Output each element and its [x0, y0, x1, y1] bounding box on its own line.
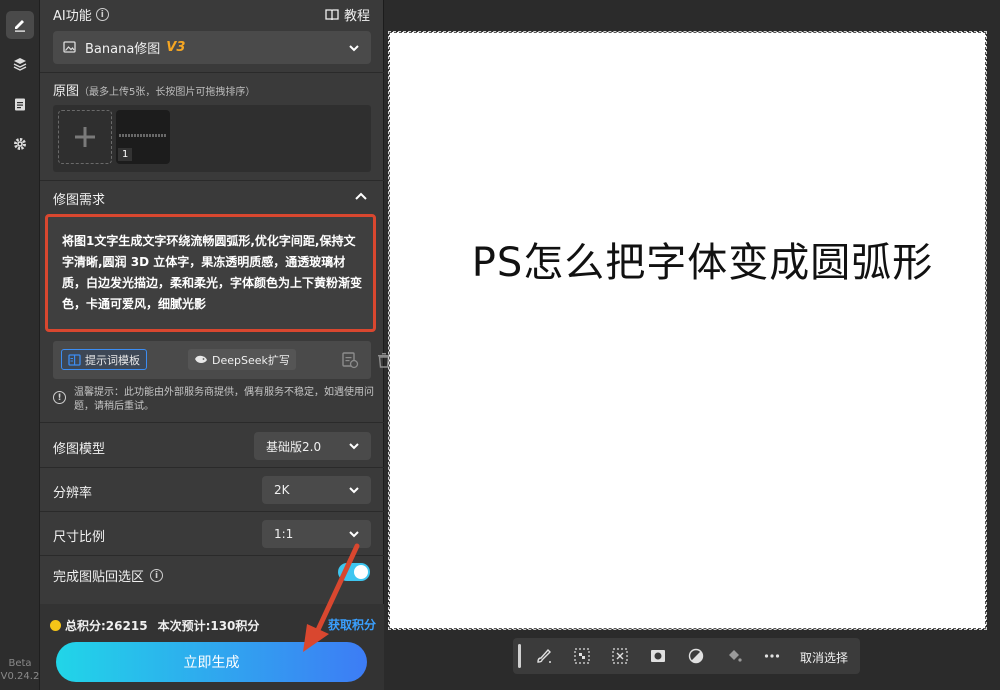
fill-icon[interactable]	[725, 647, 743, 665]
layers-icon[interactable]	[6, 50, 34, 78]
credits-summary: 总积分:26215 本次预计:130积分	[50, 617, 259, 634]
add-image-button[interactable]	[58, 110, 112, 164]
divider	[40, 72, 384, 73]
book-icon	[325, 9, 339, 21]
beta-label: Beta	[8, 658, 32, 669]
plus-icon	[75, 127, 95, 147]
credits-total: 总积分:26215	[65, 619, 148, 633]
drag-handle[interactable]	[518, 644, 521, 668]
ai-title-text: AI功能	[53, 9, 92, 24]
chevron-down-icon	[349, 487, 359, 494]
model-label: 修图模型	[53, 442, 106, 457]
requirement-title: 修图需求	[53, 193, 106, 208]
image-thumbnail[interactable]: 1	[116, 110, 170, 164]
ratio-label: 尺寸比例	[53, 530, 106, 545]
history-icon[interactable]	[341, 351, 359, 369]
divider	[40, 180, 384, 181]
notice-text: 温馨提示：此功能由外部服务商提供，偶有服务不稳定，如遇使用问题，请稍后重试。	[74, 387, 374, 412]
generate-button[interactable]: 立即生成	[56, 642, 367, 682]
edit-icon[interactable]	[6, 11, 34, 39]
divider	[40, 555, 384, 556]
original-hint: （最多上传5张，长按图片可拖拽排序）	[79, 87, 256, 98]
credits-estimate: 本次预计:130积分	[157, 619, 260, 633]
resolution-label: 分辨率	[53, 486, 93, 501]
model-name: Banana修图	[85, 42, 161, 57]
chevron-down-icon	[349, 531, 359, 538]
select-subject-icon[interactable]	[573, 647, 591, 665]
tool-rail: Beta V0.24.2	[0, 0, 40, 690]
more-icon[interactable]	[763, 647, 781, 665]
template-label: 提示词模板	[85, 353, 140, 367]
edit-model-value: 基础版2.0	[266, 439, 322, 454]
ratio-value: 1:1	[274, 527, 294, 541]
resolution-value: 2K	[274, 483, 290, 497]
chevron-down-icon	[349, 443, 359, 450]
credits-footer: 总积分:26215 本次预计:130积分 获取积分 立即生成	[40, 604, 384, 690]
service-notice: ! 温馨提示：此功能由外部服务商提供，偶有服务不稳定，如遇使用问题，请稍后重试。	[53, 386, 375, 414]
warning-icon: !	[53, 391, 66, 404]
prompt-textarea[interactable]: 将图1文字生成文字环绕流畅圆弧形,优化字间距,保持文字清晰,圆润 3D 立体字，…	[45, 214, 376, 332]
deepseek-expand-button[interactable]: DeepSeek扩写	[188, 349, 296, 370]
invert-selection-icon[interactable]	[611, 647, 629, 665]
chevron-up-icon[interactable]	[355, 191, 367, 201]
version-info: Beta V0.24.2	[0, 657, 40, 683]
ai-model-select[interactable]: Banana修图 V3	[53, 31, 371, 64]
prompt-template-button[interactable]: 提示词模板	[61, 349, 147, 370]
tutorial-label: 教程	[343, 9, 370, 24]
chevron-down-icon	[349, 44, 359, 51]
gear-icon[interactable]	[6, 130, 34, 158]
tutorial-link[interactable]: 教程	[325, 5, 370, 24]
image-canvas[interactable]: PS怎么把字体变成圆弧形	[388, 31, 987, 630]
image-edit-icon	[63, 41, 76, 53]
coin-icon	[50, 620, 61, 631]
deepseek-label: DeepSeek扩写	[212, 353, 290, 367]
version-label: V0.24.2	[0, 671, 40, 682]
ai-section-title: AI功能 i	[53, 5, 109, 24]
divider	[40, 422, 384, 423]
brush-select-icon[interactable]	[535, 647, 553, 665]
whale-icon	[195, 355, 207, 363]
mask-icon[interactable]	[649, 647, 667, 665]
resolution-select[interactable]: 2K	[262, 476, 371, 504]
thumbnail-area: 1	[53, 105, 371, 172]
get-credits-link[interactable]: 获取积分	[328, 616, 376, 633]
template-icon	[68, 353, 81, 366]
deselect-button[interactable]: 取消选择	[800, 649, 848, 666]
ai-panel: AI功能 i 教程 Banana修图 V3 原图（最多上传5张，长按图片可拖拽排…	[40, 0, 390, 690]
edit-model-select[interactable]: 基础版2.0	[254, 432, 371, 460]
thumbnail-index: 1	[118, 148, 133, 161]
thumbnail-preview	[119, 134, 167, 137]
paste-back-row: 完成图贴回选区 i	[53, 566, 164, 585]
prompt-tools-bar: 提示词模板 DeepSeek扩写	[53, 341, 390, 379]
divider	[40, 511, 384, 512]
ratio-select[interactable]: 1:1	[262, 520, 371, 548]
contrast-icon[interactable]	[687, 647, 705, 665]
original-image-title: 原图（最多上传5张，长按图片可拖拽排序）	[53, 80, 255, 99]
divider	[40, 467, 384, 468]
info-icon[interactable]: i	[150, 569, 164, 582]
paste-back-label: 完成图贴回选区	[53, 570, 145, 585]
info-icon[interactable]: i	[95, 8, 109, 21]
paste-back-toggle[interactable]	[338, 563, 370, 581]
model-version: V3	[166, 40, 186, 55]
selection-toolbar: 取消选择	[513, 638, 860, 674]
canvas-text: PS怎么把字体变成圆弧形	[471, 240, 934, 286]
original-title-text: 原图	[53, 84, 80, 99]
clipboard-icon[interactable]	[6, 90, 34, 118]
